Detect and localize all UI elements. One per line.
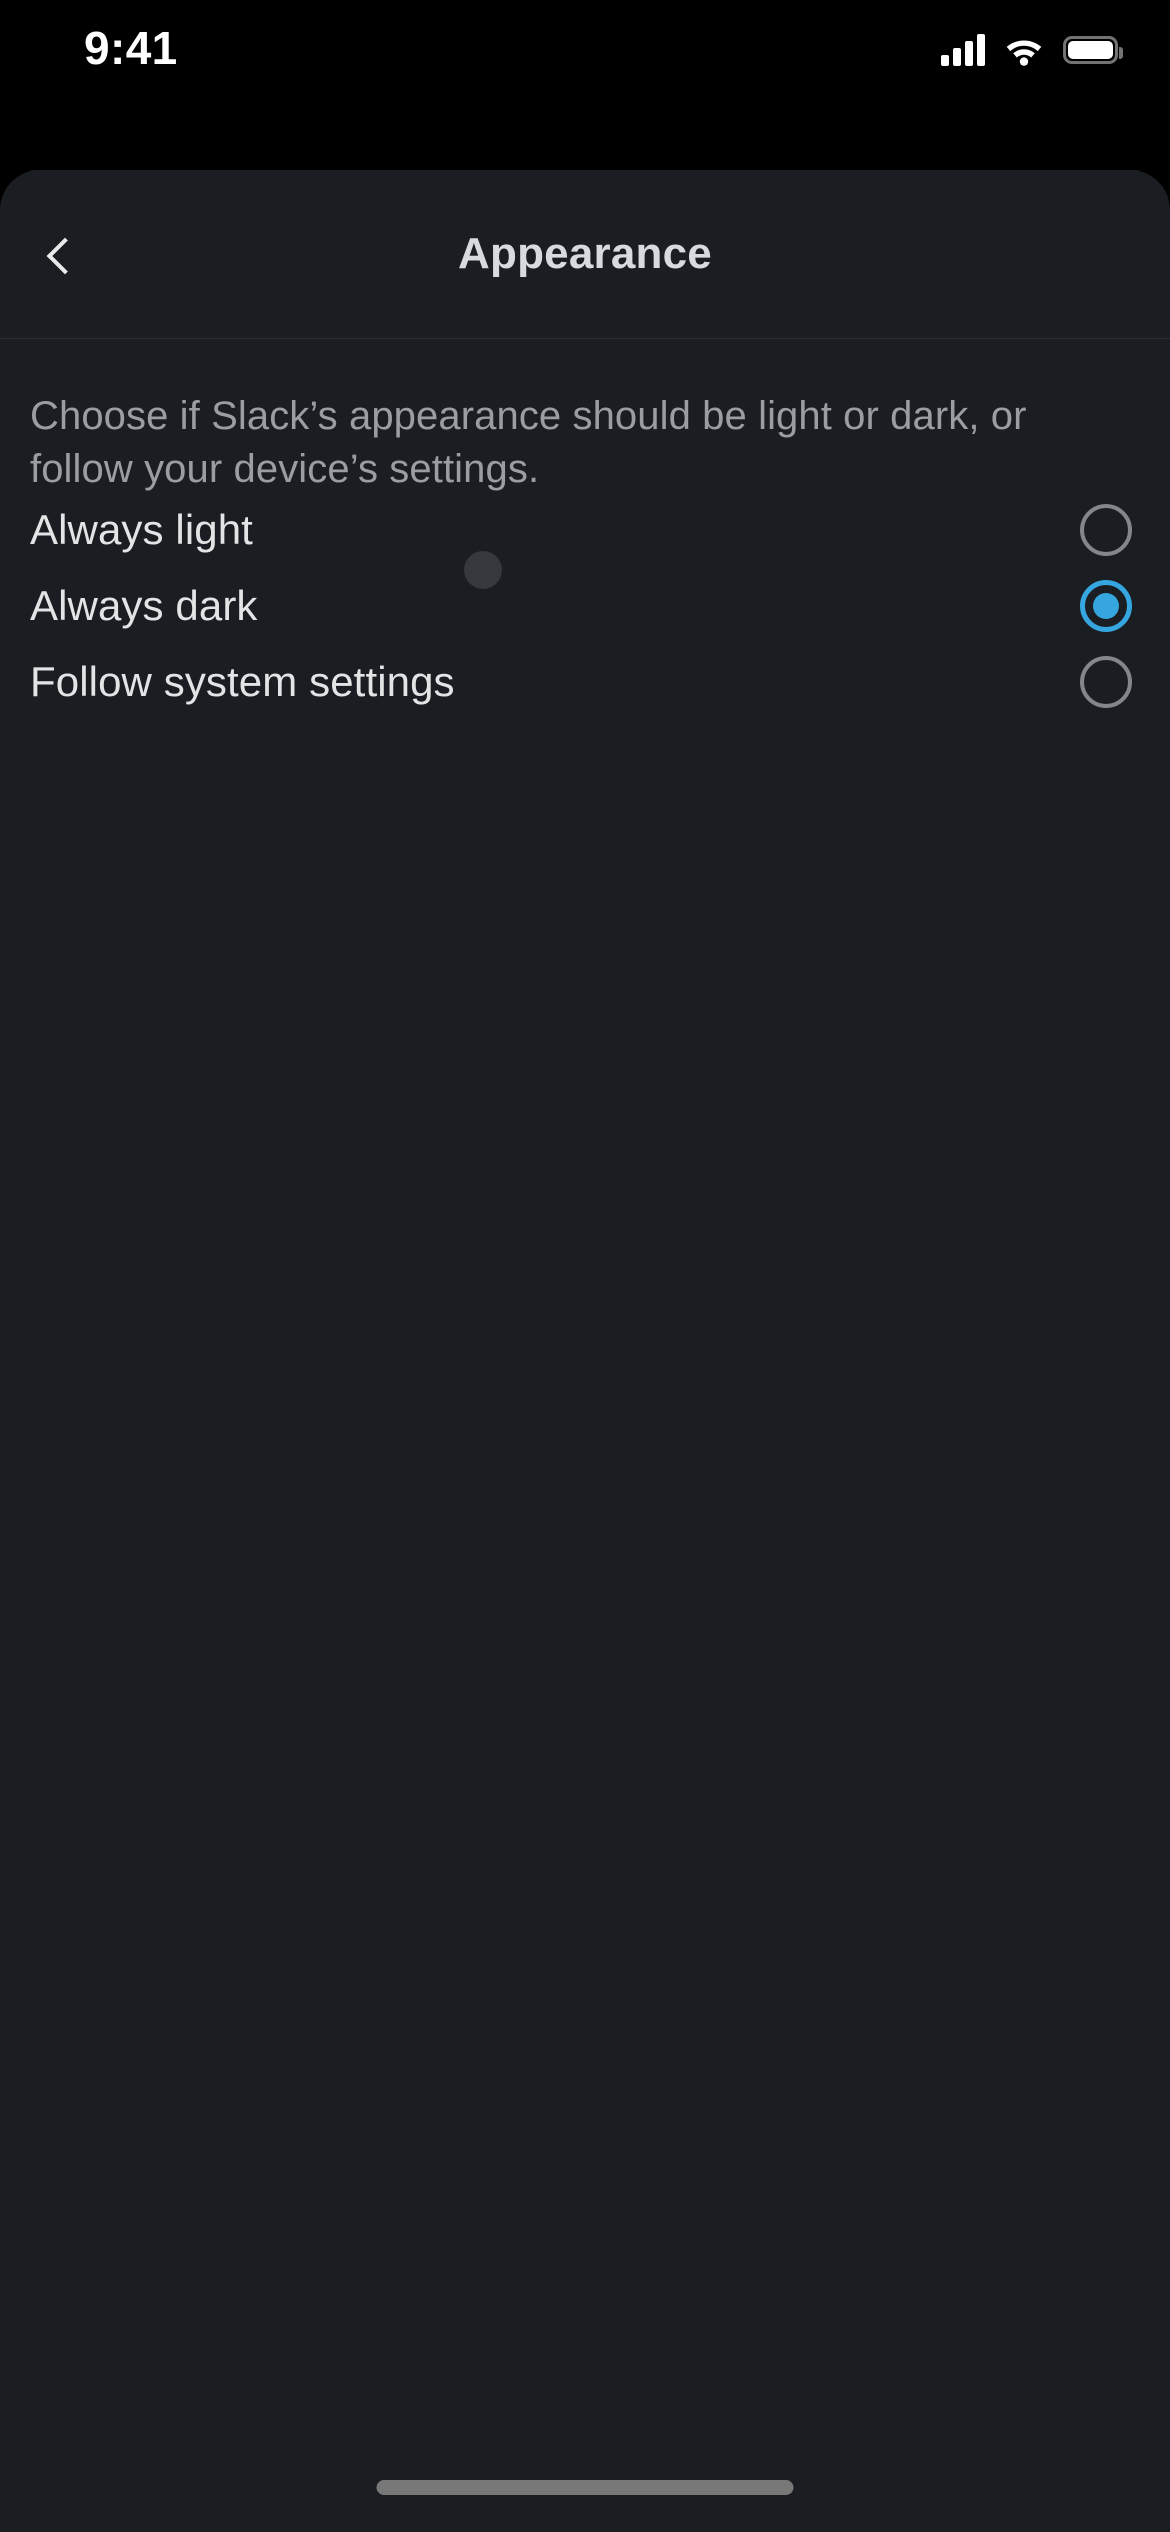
navigation-bar: Appearance [0,170,1170,339]
option-row-follow-system-settings[interactable]: Follow system settings [0,644,1170,720]
status-bar-time: 9:41 [84,22,178,74]
appearance-screen-card: Appearance Choose if Slack’s appearance … [0,170,1170,2532]
appearance-description: Choose if Slack’s appearance should be l… [30,394,1027,491]
status-bar-icons [941,30,1123,70]
page-title: Appearance [458,229,712,278]
option-label: Follow system settings [30,658,455,705]
wifi-icon [1003,34,1045,66]
home-indicator[interactable] [376,2480,794,2495]
option-row-always-dark[interactable]: Always dark [0,568,1170,644]
battery-icon [1063,36,1123,64]
appearance-options-list: Always light Always dark Follow system s… [0,492,1170,720]
phone-screen: 9:41 Appearance Choose if Slack’s appear… [0,0,1170,2532]
status-bar: 9:41 [0,0,1170,170]
radio-button-always-light[interactable] [1080,504,1132,556]
radio-button-follow-system-settings[interactable] [1080,656,1132,708]
option-row-always-light[interactable]: Always light [0,492,1170,568]
touch-ripple-indicator [464,551,502,589]
navbar-divider [0,338,1170,339]
cellular-signal-icon [941,34,985,66]
option-label: Always light [30,506,253,553]
radio-button-always-dark[interactable] [1080,580,1132,632]
option-label: Always dark [30,582,258,629]
